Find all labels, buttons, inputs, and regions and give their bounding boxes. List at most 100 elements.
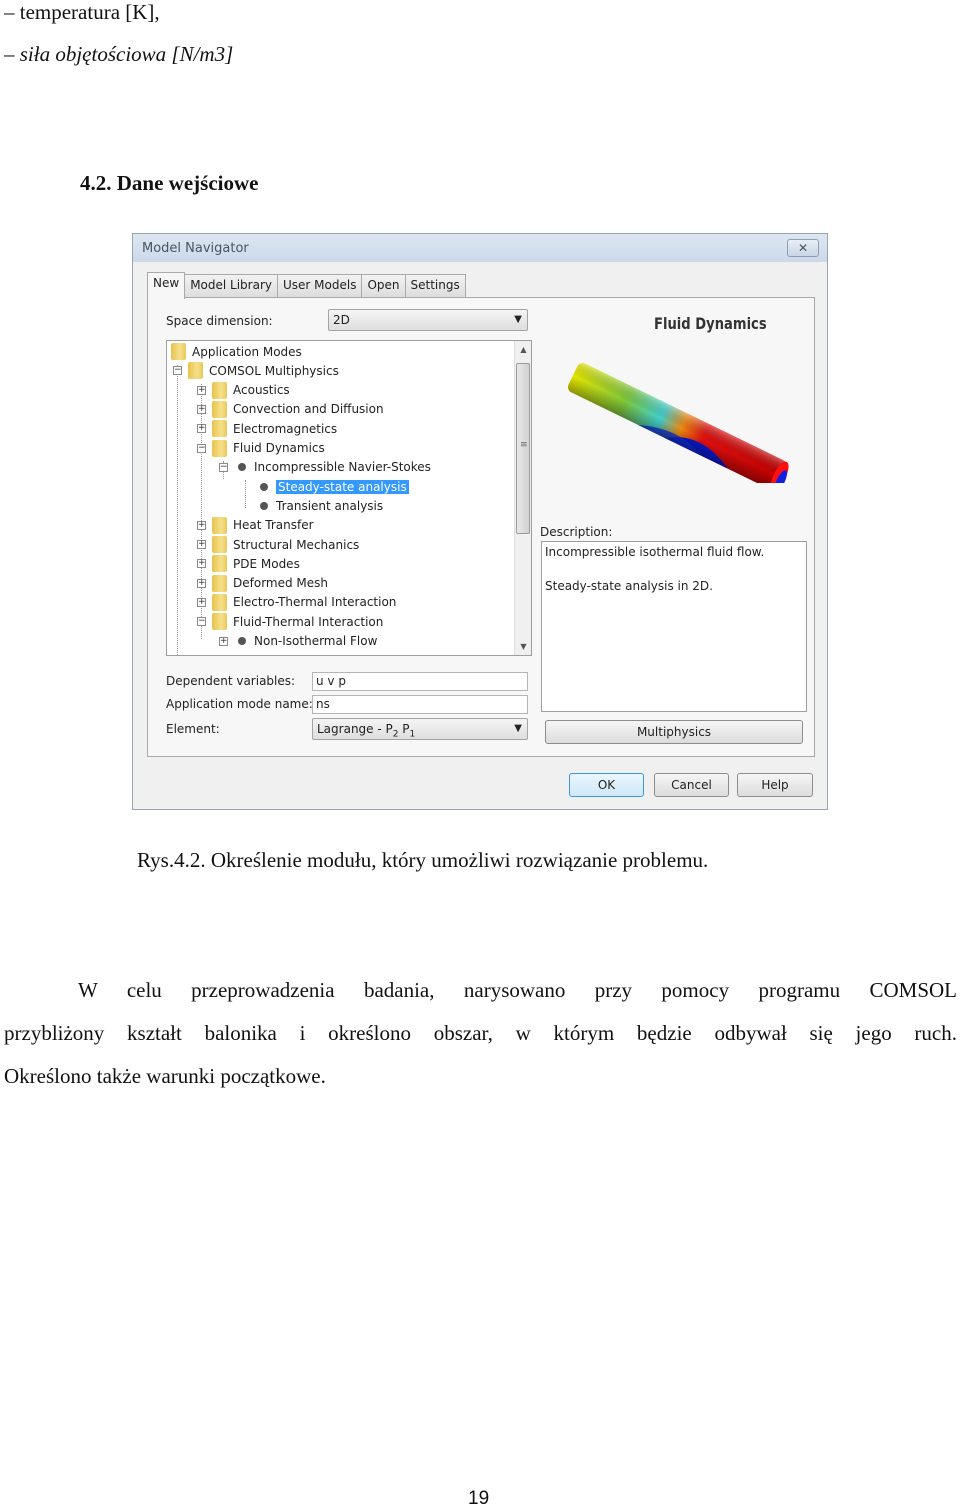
- tree-item[interactable]: − Incompressible Navier-Stokes: [219, 458, 431, 477]
- mode-bullet-icon: [238, 463, 246, 472]
- dialog-title: Model Navigator: [142, 241, 249, 256]
- description-label: Description:: [540, 525, 613, 539]
- chevron-down-icon: ▼: [514, 723, 522, 734]
- app-mode-name-input[interactable]: ns: [312, 695, 528, 714]
- tab-bar: New Model Library User Models Open Setti…: [147, 272, 466, 299]
- tree-item-label: Heat Transfer: [233, 518, 314, 533]
- scroll-up-icon[interactable]: ▲: [515, 341, 531, 358]
- page-number: 19: [468, 1488, 490, 1509]
- tree-item[interactable]: + Convection and Diffusion: [197, 400, 384, 419]
- tree-item[interactable]: + Electro-Thermal Interaction: [197, 593, 396, 612]
- tree-item-label: Acoustics: [233, 383, 290, 398]
- description-line: Incompressible isothermal fluid flow.: [545, 545, 765, 559]
- bullet-temperature: – temperatura [K],: [4, 0, 160, 24]
- folder-icon: [212, 381, 227, 399]
- folder-icon: [212, 400, 227, 418]
- bullet-body-force: – siła objętościowa [N/m3]: [4, 42, 234, 66]
- tree-item[interactable]: − Fluid Dynamics: [197, 439, 325, 458]
- tree-item-label: Steady-state analysis: [276, 479, 409, 494]
- tab-new[interactable]: New: [147, 272, 186, 299]
- dependent-variables-label: Dependent variables:: [166, 674, 296, 688]
- space-dimension-select[interactable]: 2D ▼: [328, 309, 528, 331]
- tab-model-library[interactable]: Model Library: [184, 274, 278, 298]
- paragraph-line: przybliżony kształt balonika i określono…: [4, 1021, 957, 1045]
- tree-item[interactable]: − COMSOL Multiphysics: [173, 361, 339, 380]
- dependent-variables-input[interactable]: u v p: [312, 672, 528, 691]
- tree-item[interactable]: + Structural Mechanics: [197, 535, 359, 554]
- model-navigator-dialog: Model Navigator ✕ New Model Library User…: [132, 233, 828, 810]
- expand-icon[interactable]: +: [197, 404, 206, 414]
- tree-item-label: Transient analysis: [276, 498, 384, 513]
- application-modes-tree[interactable]: ▲ ≡ ▼ Application Modes − COMSOL Multiphys…: [166, 340, 532, 656]
- collapse-icon[interactable]: −: [197, 443, 206, 453]
- description-line: Steady-state analysis in 2D.: [545, 579, 713, 593]
- mode-bullet-icon: [260, 501, 268, 510]
- tree-item[interactable]: + Non-Isothermal Flow: [219, 632, 377, 651]
- close-button[interactable]: ✕: [787, 239, 819, 257]
- tree-item-label: Non-Isothermal Flow: [254, 634, 378, 648]
- grip-icon: ≡: [520, 440, 528, 450]
- folder-icon: [171, 343, 186, 360]
- help-button[interactable]: Help: [737, 773, 813, 797]
- folder-icon: [212, 439, 227, 457]
- description-box: Incompressible isothermal fluid flow. St…: [541, 541, 807, 712]
- expand-icon[interactable]: +: [219, 636, 228, 646]
- folder-icon: [212, 593, 227, 611]
- expand-icon[interactable]: +: [197, 597, 206, 607]
- multiphysics-button[interactable]: Multiphysics: [545, 720, 803, 744]
- scroll-down-icon[interactable]: ▼: [515, 638, 531, 655]
- dialog-titlebar[interactable]: Model Navigator ✕: [133, 234, 827, 262]
- element-select[interactable]: Lagrange - P2 P1 ▼: [312, 718, 528, 740]
- element-label: Element:: [166, 722, 220, 736]
- expand-icon[interactable]: +: [197, 385, 206, 395]
- tree-item[interactable]: Steady-state analysis: [241, 477, 409, 496]
- collapse-icon[interactable]: −: [219, 462, 228, 472]
- tree-item[interactable]: Transient analysis: [241, 496, 383, 515]
- tree-item[interactable]: + Deformed Mesh: [197, 574, 328, 593]
- expand-icon[interactable]: +: [197, 540, 206, 549]
- paragraph-line: W celu przeprowadzenia badania, narysowa…: [78, 978, 957, 1002]
- collapse-icon[interactable]: −: [197, 617, 206, 627]
- folder-icon: [212, 420, 227, 438]
- folder-icon: [212, 613, 227, 631]
- tree-item[interactable]: + Acoustics: [197, 381, 290, 400]
- tree-item[interactable]: + Heat Transfer: [197, 516, 314, 535]
- tree-item-label: Electromagnetics: [233, 421, 338, 436]
- section-heading: 4.2. Dane wejściowe: [80, 171, 259, 195]
- tree-item[interactable]: + PDE Modes: [197, 554, 300, 573]
- chevron-down-icon: ▼: [514, 314, 522, 325]
- tab-user-models[interactable]: User Models: [277, 274, 363, 298]
- new-tab-panel: Space dimension: 2D ▼ ▲ ≡ ▼ Application …: [147, 297, 815, 757]
- ok-button[interactable]: OK: [569, 773, 644, 797]
- tree-item-label: Structural Mechanics: [233, 537, 360, 552]
- mode-bullet-icon: [260, 482, 268, 491]
- space-dimension-label: Space dimension:: [166, 314, 273, 328]
- description-blank-line: [545, 561, 803, 578]
- tree-item-label: Fluid-Thermal Interaction: [233, 614, 384, 629]
- tree-item[interactable]: + Electromagnetics: [197, 419, 337, 438]
- tree-item[interactable]: − Fluid-Thermal Interaction: [197, 612, 383, 631]
- tree-item-label: Electro-Thermal Interaction: [233, 595, 397, 610]
- tree-item-label: COMSOL Multiphysics: [209, 363, 339, 378]
- figure-caption: Rys.4.2. Określenie modułu, który umożli…: [137, 848, 709, 872]
- tab-open[interactable]: Open: [361, 274, 406, 298]
- folder-icon: [188, 362, 203, 380]
- cancel-button[interactable]: Cancel: [654, 773, 729, 797]
- tree-item[interactable]: Application Modes: [171, 342, 302, 361]
- folder-icon: [212, 516, 227, 534]
- scroll-thumb[interactable]: ≡: [516, 363, 530, 534]
- tree-item-label: Deformed Mesh: [233, 576, 329, 591]
- expand-icon[interactable]: +: [197, 520, 206, 530]
- expand-icon[interactable]: +: [197, 578, 206, 588]
- expand-icon[interactable]: +: [197, 559, 206, 569]
- element-value: Lagrange - P2 P1: [317, 722, 416, 740]
- tree-scrollbar[interactable]: ▲ ≡ ▼: [514, 341, 531, 655]
- collapse-icon[interactable]: −: [173, 366, 182, 376]
- space-dimension-value: 2D: [333, 313, 350, 327]
- tab-settings[interactable]: Settings: [404, 274, 466, 298]
- tree-item-label: Fluid Dynamics: [233, 441, 325, 455]
- close-icon: ✕: [797, 241, 809, 255]
- tree-item-label: Application Modes: [192, 344, 302, 359]
- expand-icon[interactable]: +: [197, 424, 206, 434]
- body-paragraph: W celu przeprowadzenia badania, narysowa…: [4, 969, 957, 1098]
